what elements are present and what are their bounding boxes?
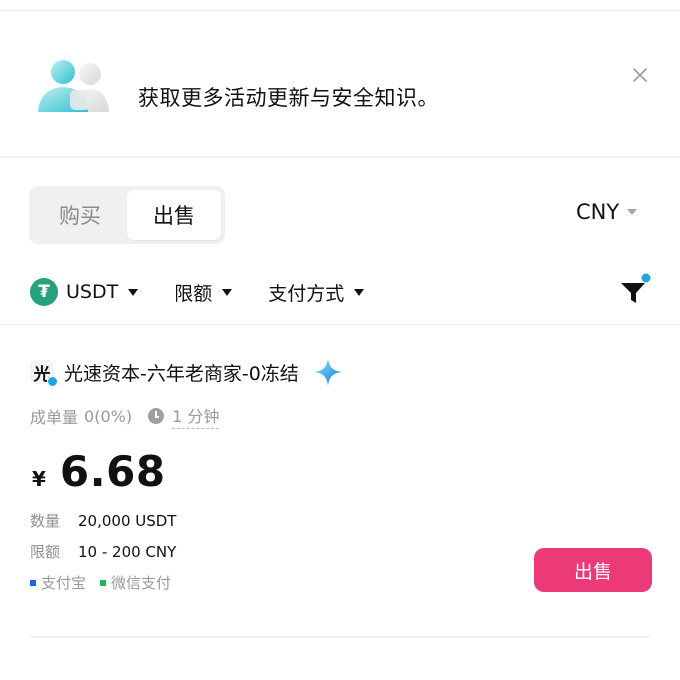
limit-row: 限额 10 - 200 CNY xyxy=(30,541,176,562)
caret-down-icon xyxy=(627,209,638,215)
alipay-dot-icon xyxy=(30,579,36,586)
people-illustration-icon xyxy=(38,60,109,112)
section-divider xyxy=(0,324,680,325)
payment-filter-label: 支付方式 xyxy=(268,282,345,305)
promo-banner: 获取更多活动更新与安全知识。 xyxy=(0,11,680,156)
avatar: 光 xyxy=(30,360,58,387)
merchant-stats: 成单量 0(0%) 1 分钟 xyxy=(30,403,220,429)
limit-filter-label: 限额 xyxy=(174,282,213,305)
sell-button[interactable]: 出售 xyxy=(534,548,652,592)
caret-down-icon xyxy=(222,288,233,296)
currency-selector[interactable]: CNY xyxy=(576,200,638,224)
filter-bar: ₮ USDT 限额 支付方式 xyxy=(30,276,365,308)
merchant-name: 光速资本-六年老商家-0冻结 xyxy=(64,362,299,385)
wechat-dot-icon xyxy=(100,579,107,586)
card-divider xyxy=(30,636,650,638)
payment-method-wechat: 微信支付 xyxy=(111,574,172,592)
limit-value: 10 - 200 CNY xyxy=(78,542,177,561)
tab-buy[interactable]: 购买 xyxy=(33,190,127,240)
currency-symbol: ¥ xyxy=(32,467,46,491)
online-status-dot xyxy=(47,376,58,387)
payment-method-alipay: 支付宝 xyxy=(41,574,87,592)
quantity-label: 数量 xyxy=(30,512,61,530)
quantity-row: 数量 20,000 USDT xyxy=(30,510,176,531)
price: ¥ 6.68 xyxy=(32,447,166,496)
limit-filter[interactable]: 限额 xyxy=(174,279,233,306)
clock-icon xyxy=(148,408,165,424)
orders-label: 成单量 xyxy=(30,408,79,427)
merchant-link[interactable]: 光 光速资本-六年老商家-0冻结 xyxy=(30,356,343,388)
asset-filter-label: USDT xyxy=(66,281,119,303)
section-divider xyxy=(0,156,680,158)
price-value: 6.68 xyxy=(59,447,166,496)
verified-sparkle-icon xyxy=(313,358,342,386)
usdt-logo-icon: ₮ xyxy=(30,278,58,306)
avg-release-time[interactable]: 1 分钟 xyxy=(172,403,220,429)
close-icon[interactable] xyxy=(628,63,652,87)
asset-filter[interactable]: ₮ USDT xyxy=(30,278,139,306)
trade-side-toggle: 购买 出售 xyxy=(29,186,225,244)
quantity-value: 20,000 USDT xyxy=(78,511,177,530)
orders-value: 0(0%) xyxy=(84,406,133,426)
caret-down-icon xyxy=(354,288,365,296)
payment-filter[interactable]: 支付方式 xyxy=(268,279,365,306)
limit-label: 限额 xyxy=(30,543,61,561)
caret-down-icon xyxy=(128,288,139,296)
payment-methods: 支付宝 微信支付 xyxy=(30,572,171,593)
currency-label: CNY xyxy=(576,200,620,224)
filter-funnel-icon[interactable] xyxy=(618,272,654,308)
tab-sell[interactable]: 出售 xyxy=(127,190,221,240)
banner-text: 获取更多活动更新与安全知识。 xyxy=(138,86,439,110)
